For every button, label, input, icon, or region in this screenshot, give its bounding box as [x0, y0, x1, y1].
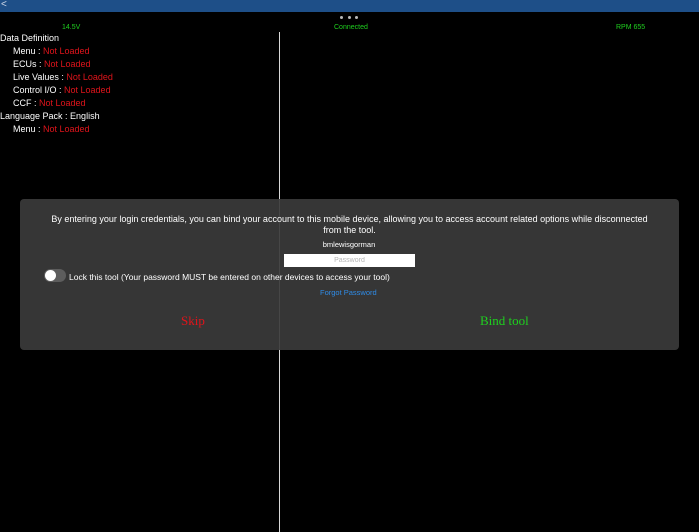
status-label: Menu : — [13, 46, 44, 56]
more-dots-icon[interactable] — [340, 14, 358, 20]
status-label: ECUs : — [13, 59, 45, 69]
status-value: Not Loaded — [64, 85, 111, 95]
ccf-status: CCF : Not Loaded — [0, 97, 113, 110]
data-definition-heading: Data Definition — [0, 33, 60, 43]
language-pack-heading: Language Pack : English — [0, 111, 100, 121]
status-value: Not Loaded — [66, 72, 113, 82]
data-definition-panel: Data Definition Menu : Not Loaded ECUs :… — [0, 32, 113, 136]
dot — [347, 15, 351, 19]
status-label: Menu : — [13, 124, 44, 134]
voltage-readout: 14.5V — [62, 24, 81, 31]
top-bar: < — [0, 0, 699, 12]
status-value: Not Loaded — [43, 46, 90, 56]
status-label: Live Values : — [13, 72, 67, 82]
live-values-status: Live Values : Not Loaded — [0, 71, 113, 84]
lock-tool-toggle[interactable] — [44, 269, 66, 282]
toggle-knob — [45, 270, 56, 281]
chevron-left-icon[interactable]: < — [1, 0, 7, 12]
connection-status: Connected — [334, 24, 368, 31]
dot — [340, 15, 343, 19]
password-input[interactable] — [284, 254, 415, 267]
status-label: Control I/O : — [13, 85, 65, 95]
status-value: Not Loaded — [39, 98, 86, 108]
status-value: Not Loaded — [43, 124, 90, 134]
status-value: Not Loaded — [44, 59, 91, 69]
bind-tool-button[interactable]: Bind tool — [480, 313, 529, 329]
status-label: CCF : — [13, 98, 39, 108]
skip-button[interactable]: Skip — [181, 313, 205, 329]
username-label: bmlewisgorman — [322, 240, 376, 249]
dialog-message: By entering your login credentials, you … — [51, 214, 648, 235]
dot — [355, 15, 358, 19]
bind-tool-dialog: By entering your login credentials, you … — [20, 199, 679, 350]
ecus-status: ECUs : Not Loaded — [0, 58, 113, 71]
rpm-readout: RPM 655 — [616, 24, 646, 31]
forgot-password-link[interactable]: Forgot Password — [320, 288, 377, 298]
lock-tool-label: Lock this tool (Your password MUST be en… — [69, 272, 390, 282]
language-menu-status: Menu : Not Loaded — [0, 123, 113, 136]
control-io-status: Control I/O : Not Loaded — [0, 84, 113, 97]
menu-status: Menu : Not Loaded — [0, 45, 113, 58]
